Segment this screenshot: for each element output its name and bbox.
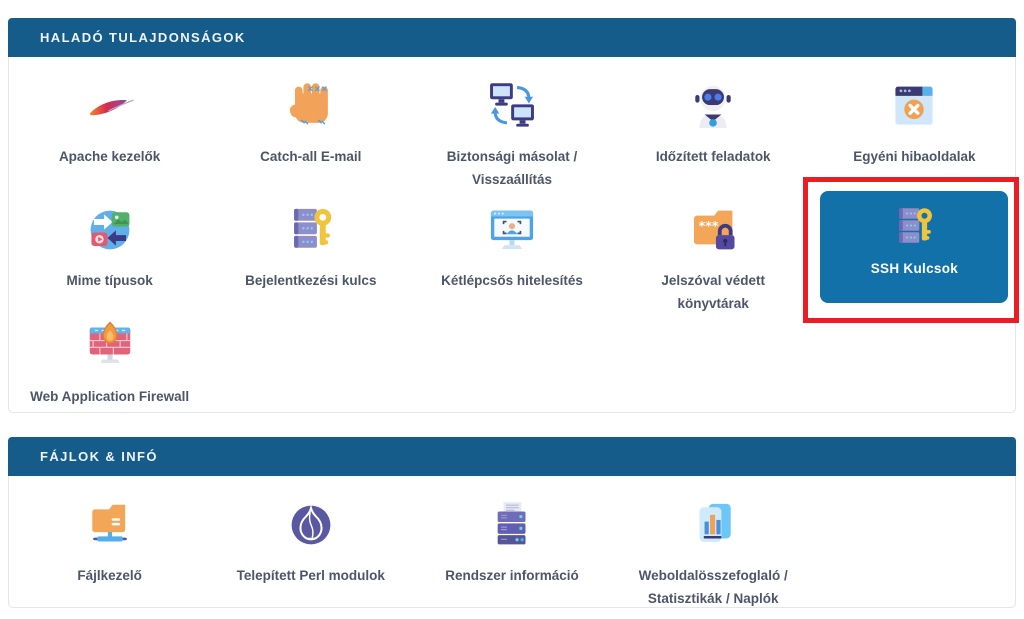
login-key-icon bbox=[283, 203, 339, 257]
empty-cell bbox=[814, 305, 1015, 401]
feature-custom-error-pages[interactable]: Egyéni hibaoldalak bbox=[814, 57, 1015, 175]
section-header-advanced: HALADÓ TULAJDONSÁGOK bbox=[8, 18, 1016, 57]
advanced-row-1: Apache kezelők ××× bbox=[9, 57, 1015, 175]
feature-system-information[interactable]: Rendszer információ bbox=[411, 476, 612, 606]
section-title: HALADÓ TULAJDONSÁGOK bbox=[40, 30, 246, 45]
mime-types-icon bbox=[82, 203, 138, 257]
feature-label: SSH Kulcsok bbox=[871, 261, 958, 276]
feature-perl-modules[interactable]: Telepített Perl modulok bbox=[210, 476, 411, 606]
empty-cell bbox=[210, 305, 411, 401]
protected-directories-icon: *** bbox=[685, 203, 741, 257]
ssh-keys-icon bbox=[889, 203, 939, 251]
system-info-icon bbox=[484, 498, 540, 552]
feature-label: Web Application Firewall bbox=[30, 385, 189, 408]
feature-label: Mime típusok bbox=[66, 269, 152, 292]
feature-label: Időzített feladatok bbox=[656, 145, 771, 168]
backup-restore-icon bbox=[484, 79, 540, 133]
feature-label: Egyéni hibaoldalak bbox=[853, 145, 975, 168]
waf-icon bbox=[82, 319, 138, 373]
feature-label: Apache kezelők bbox=[59, 145, 160, 168]
two-factor-icon bbox=[484, 203, 540, 257]
file-manager-icon bbox=[82, 498, 138, 552]
section-advanced-features: HALADÓ TULAJDONSÁGOK Apache kezelők bbox=[8, 18, 1016, 413]
feature-apache-handlers[interactable]: Apache kezelők bbox=[9, 57, 210, 175]
feature-mime-types[interactable]: Mime típusok bbox=[9, 175, 210, 305]
control-panel-page: HALADÓ TULAJDONSÁGOK Apache kezelők bbox=[0, 0, 1024, 619]
error-pages-icon bbox=[886, 79, 942, 133]
advanced-row-3: Web Application Firewall bbox=[9, 305, 1015, 401]
stats-logs-icon bbox=[685, 498, 741, 552]
feature-password-protected-directories[interactable]: *** Jelszóval védett könyvtárak bbox=[613, 175, 814, 305]
feature-site-summary-stats-logs[interactable]: Weboldalösszefoglaló / Statisztikák / Na… bbox=[613, 476, 814, 606]
feature-login-key[interactable]: Bejelentkezési kulcs bbox=[210, 175, 411, 305]
feature-backup-restore[interactable]: Biztonsági másolat / Visszaállítás bbox=[411, 57, 612, 175]
feature-label: Telepített Perl modulok bbox=[237, 564, 385, 587]
feature-label: Weboldalösszefoglaló / Statisztikák / Na… bbox=[627, 564, 799, 610]
feature-cron-jobs[interactable]: Időzített feladatok bbox=[613, 57, 814, 175]
feature-label: Catch-all E-mail bbox=[260, 145, 361, 168]
feature-label: Bejelentkezési kulcs bbox=[245, 269, 376, 292]
empty-cell bbox=[411, 305, 612, 401]
empty-cell bbox=[613, 305, 814, 401]
section-header-files: FÁJLOK & INFÓ bbox=[8, 437, 1016, 476]
feature-file-manager[interactable]: Fájlkezelő bbox=[9, 476, 210, 606]
ssh-keys-tile[interactable]: SSH Kulcsok bbox=[820, 191, 1008, 303]
section-title: FÁJLOK & INFÓ bbox=[40, 449, 158, 464]
feature-web-application-firewall[interactable]: Web Application Firewall bbox=[9, 305, 210, 401]
cron-robot-icon bbox=[685, 79, 741, 133]
feature-label: Fájlkezelő bbox=[77, 564, 142, 587]
files-row-1: Fájlkezelő Telepített Perl modulok bbox=[9, 476, 1015, 606]
advanced-row-2: Mime típusok bbox=[9, 175, 1015, 305]
feature-label: Kétlépcsős hitelesítés bbox=[441, 269, 583, 292]
feature-label: Rendszer információ bbox=[445, 564, 579, 587]
section-files-info: FÁJLOK & INFÓ Fájlkezelő bbox=[8, 437, 1016, 608]
catchall-hand-icon: ××× bbox=[283, 79, 339, 133]
svg-text:***: *** bbox=[699, 218, 719, 233]
feature-ssh-keys[interactable]: SSH Kulcsok bbox=[814, 175, 1015, 305]
feature-two-factor-auth[interactable]: Kétlépcsős hitelesítés bbox=[411, 175, 612, 305]
empty-cell bbox=[814, 476, 1015, 606]
perl-modules-icon bbox=[283, 498, 339, 552]
feature-catchall-email[interactable]: ××× Catch-all E-mail bbox=[210, 57, 411, 175]
svg-text:×××: ××× bbox=[307, 84, 328, 94]
apache-feather-icon bbox=[82, 79, 138, 133]
